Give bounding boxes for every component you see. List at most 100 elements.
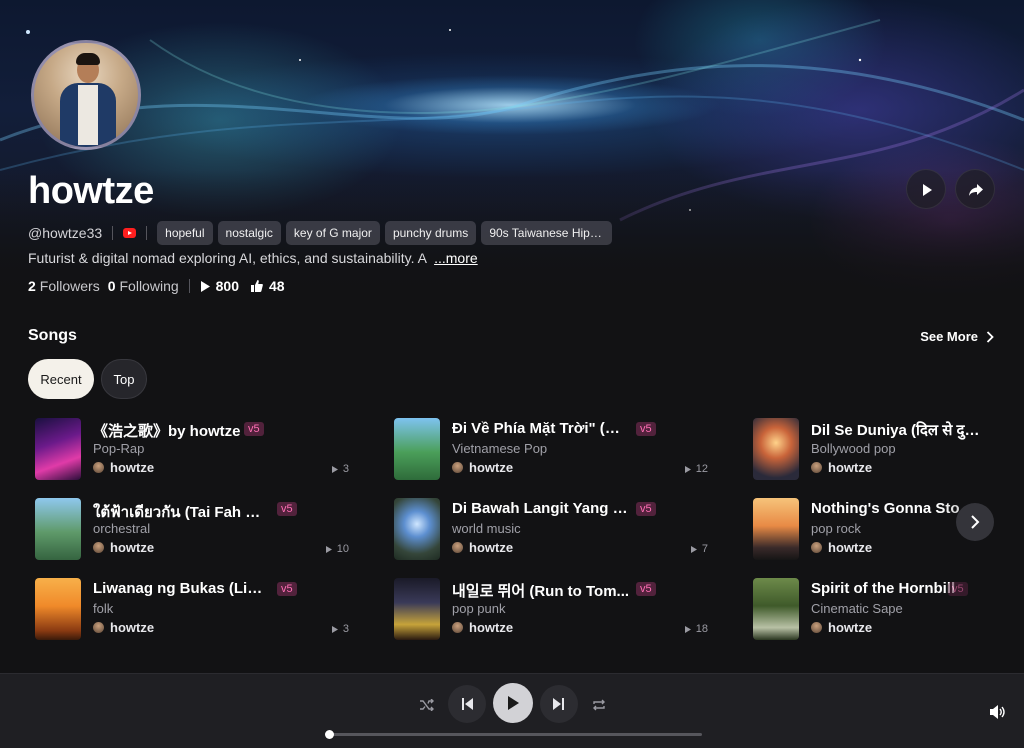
song-card[interactable]: Liwanag ng Bukas (Light ... v5 folk howt…: [35, 578, 355, 640]
song-author[interactable]: howtze: [93, 540, 154, 555]
song-plays: 18: [684, 623, 708, 635]
song-author[interactable]: howtze: [811, 540, 872, 555]
see-more-link[interactable]: See More: [920, 329, 994, 344]
share-button[interactable]: [955, 169, 995, 209]
song-author[interactable]: howtze: [93, 620, 154, 635]
song-card[interactable]: 내일로 뛰어 (Run to Tom... v5 pop punk howtze…: [394, 578, 714, 640]
song-genre[interactable]: orchestral: [93, 521, 150, 536]
play-count-value: 3: [342, 623, 349, 635]
song-author[interactable]: howtze: [452, 620, 513, 635]
volume-button[interactable]: [986, 700, 1010, 724]
song-title[interactable]: 내일로 뛰어 (Run to Tom...: [452, 580, 629, 601]
carousel-next-button[interactable]: [956, 503, 994, 541]
profile-stats: 2 Followers 0 Following 800 48: [28, 278, 289, 294]
next-button[interactable]: [540, 685, 578, 723]
author-avatar: [811, 622, 822, 633]
play-count-icon: [684, 625, 691, 633]
followers-count[interactable]: 2: [28, 278, 36, 294]
play-profile-button[interactable]: [906, 169, 946, 209]
song-cover[interactable]: [753, 578, 799, 640]
song-genre[interactable]: pop punk: [452, 601, 506, 616]
song-cover[interactable]: [35, 498, 81, 560]
song-author[interactable]: howtze: [811, 620, 872, 635]
followers-label[interactable]: Followers: [40, 278, 100, 294]
songs-heading: Songs: [28, 327, 77, 344]
previous-icon: [462, 698, 473, 710]
tab-recent[interactable]: Recent: [28, 359, 94, 399]
song-plays: 3: [331, 623, 349, 635]
song-title[interactable]: 《浩之歌》by howtze: [93, 420, 241, 441]
author-name: howtze: [110, 620, 155, 635]
song-plays: 3: [331, 463, 349, 475]
song-genre[interactable]: Bollywood pop: [811, 441, 896, 456]
style-tag[interactable]: punchy drums: [384, 221, 477, 245]
song-card[interactable]: 《浩之歌》by howtze v5 Pop-Rap howtze 3: [35, 418, 355, 480]
profile-avatar[interactable]: [31, 40, 141, 150]
style-tag[interactable]: nostalgic: [217, 221, 281, 245]
song-genre[interactable]: pop rock: [811, 521, 861, 536]
song-cover[interactable]: [753, 498, 799, 560]
play-count-icon: [684, 465, 691, 473]
author-name: howtze: [828, 540, 873, 555]
progress-handle[interactable]: [325, 730, 334, 739]
song-genre[interactable]: Pop-Rap: [93, 441, 144, 456]
author-avatar: [452, 462, 463, 473]
song-cover[interactable]: [753, 418, 799, 480]
song-author[interactable]: howtze: [93, 460, 154, 475]
shuffle-button[interactable]: [414, 692, 440, 718]
song-cover[interactable]: [394, 418, 440, 480]
playback-progress-bar[interactable]: [325, 730, 702, 739]
previous-button[interactable]: [448, 685, 486, 723]
play-count-value: 18: [695, 623, 708, 635]
song-author[interactable]: howtze: [811, 460, 872, 475]
author-name: howtze: [828, 460, 873, 475]
version-badge: v5: [244, 422, 264, 436]
song-card[interactable]: Spirit of the Hornbill v5 Cinematic Sape…: [753, 578, 1024, 640]
play-button[interactable]: [493, 683, 533, 723]
see-more-label: See More: [920, 329, 978, 344]
youtube-icon[interactable]: [123, 228, 137, 238]
author-avatar: [93, 622, 104, 633]
song-card[interactable]: Di Bawah Langit Yang Sa... v5 world musi…: [394, 498, 714, 560]
song-card[interactable]: Đi Về Phía Mặt Trời" (Wal... v5 Vietname…: [394, 418, 714, 480]
song-genre[interactable]: Cinematic Sape: [811, 601, 903, 616]
play-count-icon: [690, 545, 697, 553]
author-avatar: [93, 542, 104, 553]
song-cover[interactable]: [35, 418, 81, 480]
song-plays: 7: [690, 543, 708, 555]
version-badge: v5: [636, 582, 656, 596]
play-icon: [508, 696, 519, 710]
song-title[interactable]: Spirit of the Hornbill: [811, 580, 955, 597]
bio-more-link[interactable]: ...more: [434, 250, 478, 266]
author-avatar: [452, 542, 463, 553]
song-cover[interactable]: [394, 498, 440, 560]
author-name: howtze: [110, 540, 155, 555]
profile-handle: @howtze33: [28, 225, 103, 241]
play-count-icon: [325, 545, 332, 553]
song-title[interactable]: Đi Về Phía Mặt Trời" (Wal...: [452, 420, 632, 437]
style-tag[interactable]: 90s Taiwanese Hip-ho...: [481, 221, 613, 245]
song-title[interactable]: Di Bawah Langit Yang Sa...: [452, 500, 632, 517]
song-genre[interactable]: Vietnamese Pop: [452, 441, 547, 456]
song-title[interactable]: Dil Se Duniya (दिल से दुनि...: [811, 420, 981, 440]
style-tag[interactable]: hopeful: [157, 221, 213, 245]
song-card[interactable]: Dil Se Duniya (दिल से दुनि... Bollywood …: [753, 418, 1024, 480]
song-genre[interactable]: world music: [452, 521, 521, 536]
bio-text: Futurist & digital nomad exploring AI, e…: [28, 250, 427, 266]
song-author[interactable]: howtze: [452, 540, 513, 555]
song-card[interactable]: ใต้ฟ้าเดียวกัน (Tai Fah Dia... v5 orches…: [35, 498, 355, 560]
play-count-value: 12: [695, 463, 708, 475]
song-genre[interactable]: folk: [93, 601, 113, 616]
song-cover[interactable]: [35, 578, 81, 640]
share-icon: [969, 184, 983, 196]
following-label[interactable]: Following: [120, 278, 179, 294]
song-cover[interactable]: [394, 578, 440, 640]
style-tag[interactable]: key of G major: [285, 221, 380, 245]
song-author[interactable]: howtze: [452, 460, 513, 475]
repeat-button[interactable]: [586, 692, 612, 718]
play-count-icon: [331, 625, 338, 633]
play-icon: [923, 184, 932, 196]
song-title[interactable]: Liwanag ng Bukas (Light ...: [93, 580, 269, 597]
following-count[interactable]: 0: [108, 278, 116, 294]
tab-top[interactable]: Top: [101, 359, 147, 399]
